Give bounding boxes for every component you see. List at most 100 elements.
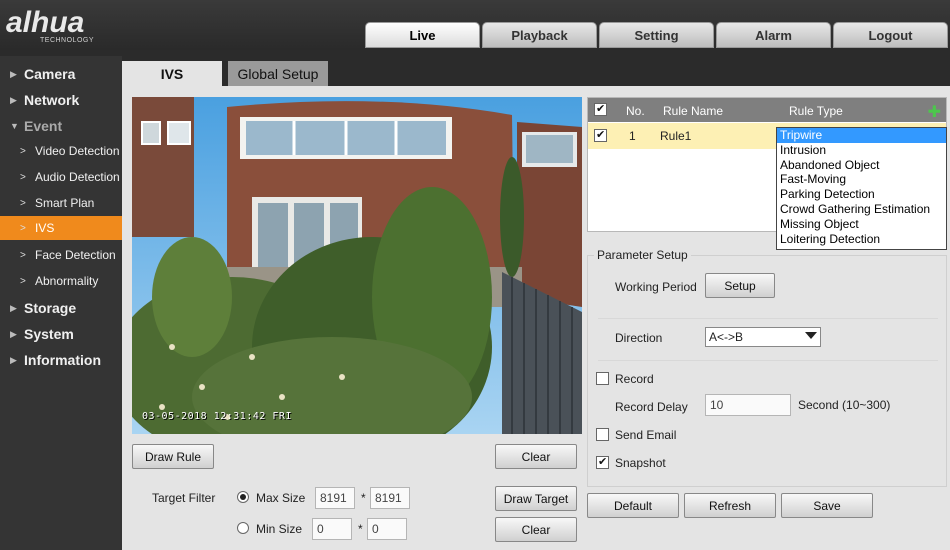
setup-button[interactable]: Setup [705,273,775,298]
working-period-label: Working Period [615,280,697,294]
max-size-label: Max Size [256,491,306,505]
parameter-setup-group: Parameter Setup Working Period Setup Dir… [587,248,947,487]
sidebar-item-smart-plan[interactable]: > Smart Plan [0,190,122,216]
save-button[interactable]: Save [781,493,873,518]
rule-type-option[interactable]: Missing Object [777,217,946,232]
chevron-right-icon: > [20,222,26,234]
sidebar-item-label: Face Detection [35,248,116,262]
times-symbol: * [358,522,363,536]
direction-select[interactable]: A<->B [705,327,821,347]
send-email-checkbox[interactable] [596,428,609,441]
send-email-label: Send Email [615,428,677,442]
direction-value: A<->B [709,330,744,344]
sidebar-item-camera[interactable]: ▶ Camera [10,61,75,87]
select-all-checkbox[interactable] [594,102,607,116]
max-size-radio[interactable] [237,491,249,503]
sidebar-item-label: IVS [35,221,55,235]
clear-target-button[interactable]: Clear [495,517,577,542]
sidebar-item-storage[interactable]: ▶ Storage [10,295,76,321]
tab-alarm[interactable]: Alarm [716,22,831,48]
rule-type-option[interactable]: Tripwire [777,128,946,143]
expand-arrow-icon: ▶ [10,68,17,79]
sidebar-item-abnormality[interactable]: > Abnormality [0,268,122,294]
sidebar-item-face-detection[interactable]: > Face Detection [0,242,122,268]
target-filter-label: Target Filter [152,491,216,505]
sidebar-item-label: Storage [24,300,77,316]
default-button[interactable]: Default [587,493,679,518]
col-no: No. [626,104,645,118]
chevron-right-icon: > [20,249,26,261]
rule-type-option[interactable]: Fast-Moving [777,172,946,187]
snapshot-checkbox[interactable] [596,455,609,469]
col-rule-name: Rule Name [663,104,724,118]
record-checkbox[interactable] [596,372,609,385]
chevron-right-icon: > [20,145,26,157]
refresh-button[interactable]: Refresh [684,493,776,518]
rule-type-option[interactable]: Loitering Detection [777,232,946,247]
tab-ivs[interactable]: IVS [122,61,222,86]
draw-target-button[interactable]: Draw Target [495,486,577,511]
rule-name[interactable]: Rule1 [660,129,691,143]
rule-table-header: No. Rule Name Rule Type ✚ [588,98,946,122]
logo-text: alhua [6,6,85,39]
col-rule-type: Rule Type [789,104,843,118]
tab-live[interactable]: Live [365,22,480,48]
sidebar-item-label: Information [24,352,101,368]
max-size-width-input[interactable]: 8191 [315,487,355,509]
divider [598,318,938,319]
sidebar: ▶ Camera ▶ Network ▼ Event > Video Detection… [0,56,122,550]
video-timestamp: 03-05-2018 12:31:42 FRI [142,411,292,422]
sidebar-item-video-detection[interactable]: > Video Detection [0,138,122,164]
min-size-radio[interactable] [237,522,249,534]
collapse-arrow-icon: ▼ [10,121,19,131]
tab-playback[interactable]: Playback [482,22,597,48]
max-size-height-input[interactable]: 8191 [370,487,410,509]
rule-type-option[interactable]: Parking Detection [777,187,946,202]
draw-rule-button[interactable]: Draw Rule [132,444,214,469]
dahua-logo: alhua TECHNOLOGY [6,6,146,46]
sidebar-item-label: Abnormality [35,274,99,288]
sidebar-item-event[interactable]: ▼ Event [10,113,62,139]
expand-arrow-icon: ▶ [10,302,17,313]
sidebar-item-ivs[interactable]: > IVS [0,216,122,240]
sidebar-item-label: Audio Detection [35,170,120,184]
rule-type-option[interactable]: Crowd Gathering Estimation [777,202,946,217]
subtab-bar: IVS Global Setup [122,56,950,86]
tab-global-setup[interactable]: Global Setup [228,61,328,86]
tab-setting[interactable]: Setting [599,22,714,48]
sidebar-item-information[interactable]: ▶ Information [10,347,101,373]
rule-type-option[interactable]: Intrusion [777,143,946,158]
expand-arrow-icon: ▶ [10,94,17,105]
logo-subtext: TECHNOLOGY [40,37,95,44]
min-size-height-input[interactable]: 0 [367,518,407,540]
sidebar-item-label: Video Detection [35,144,120,158]
record-label: Record [615,372,654,386]
chevron-right-icon: > [20,275,26,287]
sidebar-item-audio-detection[interactable]: > Audio Detection [0,164,122,190]
sidebar-item-label: Event [24,118,63,134]
video-preview[interactable]: 03-05-2018 12:31:42 FRI [132,97,582,434]
chevron-right-icon: > [20,171,26,183]
direction-label: Direction [615,331,663,345]
divider [598,360,938,361]
rule-type-dropdown[interactable]: Tripwire Intrusion Abandoned Object Fast… [776,127,947,250]
sidebar-item-label: System [24,326,74,342]
sidebar-item-label: Smart Plan [35,196,95,210]
record-delay-unit: Second (10~300) [798,398,891,412]
top-header: alhua TECHNOLOGY Live Playback Setting A… [0,0,950,50]
rule-enable-checkbox[interactable] [594,128,607,142]
expand-arrow-icon: ▶ [10,354,17,365]
sidebar-item-label: Network [24,92,80,108]
camera-scene-image [132,97,582,434]
min-size-width-input[interactable]: 0 [312,518,352,540]
clear-rule-button[interactable]: Clear [495,444,577,469]
record-delay-input[interactable]: 10 [705,394,791,416]
snapshot-label: Snapshot [615,456,666,470]
add-rule-icon[interactable]: ✚ [928,102,941,122]
rule-no: 1 [629,129,636,143]
tab-logout[interactable]: Logout [833,22,948,48]
sidebar-item-network[interactable]: ▶ Network [10,87,79,113]
sidebar-item-system[interactable]: ▶ System [10,321,74,347]
min-size-label: Min Size [256,522,303,536]
rule-type-option[interactable]: Abandoned Object [777,158,946,173]
